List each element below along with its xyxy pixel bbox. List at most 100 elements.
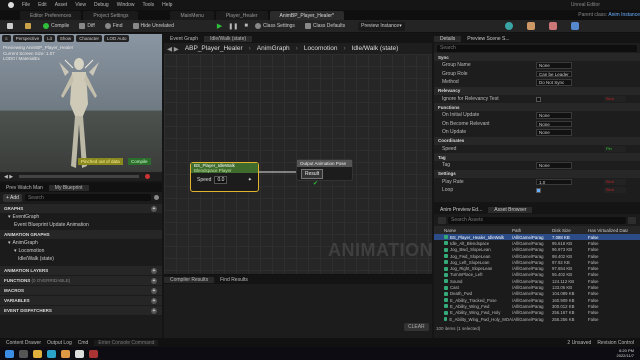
section-functions[interactable]: Functions bbox=[434, 103, 640, 111]
tab-idle-walk[interactable]: Idle/Walk (state) bbox=[204, 35, 253, 42]
tag-field[interactable]: None bbox=[536, 162, 572, 169]
tab-project-settings[interactable]: Project Settings bbox=[83, 11, 139, 20]
menu-window[interactable]: Window bbox=[117, 2, 135, 8]
asset-row[interactable]: Sound/All/Game/Parag 124.112 KB False bbox=[434, 278, 640, 284]
output-log-button[interactable]: Output Log bbox=[47, 340, 72, 346]
breadcrumb-item[interactable]: Locomotion bbox=[304, 45, 338, 52]
viewport-compile-button[interactable]: Compile bbox=[128, 158, 151, 165]
breadcrumb-item[interactable]: Idle/Walk (state) bbox=[352, 45, 399, 52]
output-pose-node[interactable]: Output Animation Pose Result bbox=[296, 159, 353, 181]
tab-find-results[interactable]: Find Results bbox=[214, 277, 254, 283]
app-icon[interactable] bbox=[89, 349, 98, 358]
pause-icon[interactable]: ❚❚ bbox=[228, 23, 238, 30]
search-input[interactable]: Search bbox=[24, 194, 151, 201]
tab-editor-preferences[interactable]: Editor Preferences bbox=[20, 11, 82, 20]
tab-event-graph[interactable]: Event Graph bbox=[164, 36, 204, 42]
tab-player-healer[interactable]: Player_Healer bbox=[215, 11, 268, 20]
section-macros[interactable]: MACROS + bbox=[0, 286, 162, 295]
cmd-dropdown[interactable]: Cmd bbox=[78, 340, 89, 346]
bind-dropdown[interactable]: Bind bbox=[604, 187, 626, 193]
graph-anim-graph[interactable]: ▾ AnimGraph bbox=[0, 239, 162, 247]
viewport-menu-button[interactable]: ≡ bbox=[2, 35, 11, 42]
breadcrumb-item[interactable]: ABP_Player_Healer bbox=[185, 45, 243, 52]
asset-row[interactable]: Jog_Fwd_SlopeLean/All/Game/Parag 98.402 K… bbox=[434, 253, 640, 259]
breadcrumb-item[interactable]: AnimGraph bbox=[257, 45, 290, 52]
col-path[interactable]: Path bbox=[512, 228, 552, 233]
perspective-button[interactable]: Perspective bbox=[12, 35, 43, 42]
settings-icon[interactable] bbox=[154, 195, 159, 200]
tab-anim-preview[interactable]: Anim Preview Ed... bbox=[434, 207, 488, 213]
class-settings-button[interactable]: Class Settings bbox=[252, 22, 298, 31]
tab-main-menu[interactable]: MainMenu bbox=[170, 11, 214, 20]
graph-idle-walk[interactable]: Idle/Walk (state) bbox=[0, 255, 162, 263]
asset-row[interactable]: BS_Player_Healer_IdleWalk/All/Game/Parag… bbox=[434, 234, 640, 241]
play-rate-field[interactable]: 1.0 bbox=[536, 178, 572, 185]
stop-icon[interactable]: ■ bbox=[244, 23, 248, 29]
group-role-dropdown[interactable]: Can be Leader bbox=[536, 70, 572, 77]
menu-help[interactable]: Help bbox=[162, 2, 172, 8]
initial-update-dropdown[interactable]: None bbox=[536, 112, 572, 119]
asset-row[interactable]: Cast/All/Game/Parag 133.06 KB False bbox=[434, 284, 640, 290]
unreal-icon[interactable] bbox=[75, 349, 84, 358]
asset-row[interactable]: Jog_Bwd_SlopeLean/All/Game/Parag 96.973 K… bbox=[434, 247, 640, 253]
menu-view[interactable]: View bbox=[75, 2, 86, 8]
preview-viewport[interactable]: ≡ Perspective Lit Show Character LOD Aut… bbox=[0, 34, 162, 172]
blueprint-mode-icon[interactable] bbox=[570, 22, 579, 30]
search-icon[interactable] bbox=[19, 349, 28, 358]
pin-dropdown[interactable]: Pin bbox=[604, 145, 626, 152]
asset-row[interactable]: Death_Fwd/All/Game/Parag 104.089 KB False bbox=[434, 291, 640, 297]
tab-compiler-results[interactable]: Compiler Results bbox=[164, 276, 215, 283]
become-relevant-dropdown[interactable]: None bbox=[536, 120, 572, 127]
menu-debug[interactable]: Debug bbox=[94, 2, 109, 8]
section-graphs[interactable]: GRAPHS + bbox=[0, 204, 162, 213]
save-button[interactable] bbox=[4, 22, 18, 31]
section-animation-graphs[interactable]: ANIMATION GRAPHS bbox=[0, 230, 162, 239]
timeline-scrubber[interactable] bbox=[19, 175, 140, 178]
section-tag[interactable]: Tag bbox=[434, 153, 640, 161]
add-layer-icon[interactable]: + bbox=[151, 267, 157, 274]
tab-preview-scene[interactable]: Preview Scene S... bbox=[461, 36, 515, 42]
menu-asset[interactable]: Asset bbox=[55, 2, 68, 8]
tab-animbp-player-healer[interactable]: AnimBP_Player_Healer* bbox=[269, 11, 344, 20]
record-icon[interactable] bbox=[145, 174, 151, 179]
add-function-icon[interactable]: + bbox=[151, 277, 157, 284]
add-dispatcher-icon[interactable]: + bbox=[151, 307, 157, 314]
pose-pin-icon[interactable]: ✦ bbox=[248, 177, 252, 183]
col-disk-size[interactable]: Disk Size bbox=[552, 228, 588, 233]
skeleton-mode-icon[interactable] bbox=[504, 22, 513, 30]
tab-details[interactable]: Details bbox=[434, 35, 462, 42]
asset-row[interactable]: E_Ability_Wing_Fwd_Holy/All/Game/Parag 25… bbox=[434, 310, 640, 316]
lod-button[interactable]: LOD Auto bbox=[103, 35, 130, 42]
settings-icon[interactable] bbox=[628, 216, 636, 224]
explorer-icon[interactable] bbox=[33, 349, 42, 358]
tab-pose-watch[interactable]: Prev Watch Man bbox=[0, 185, 49, 191]
add-graph-icon[interactable]: + bbox=[151, 205, 157, 212]
add-variable-icon[interactable]: + bbox=[151, 297, 157, 304]
asset-row[interactable]: Jog_Right_SlopeLean/All/Game/Parag 97.654… bbox=[434, 265, 640, 271]
details-search-input[interactable]: Search bbox=[437, 44, 637, 52]
section-relevancy[interactable]: Relevancy bbox=[434, 86, 640, 95]
section-coordinates[interactable]: Coordinates bbox=[434, 136, 640, 145]
tab-asset-browser[interactable]: Asset Browser bbox=[488, 206, 533, 213]
col-name[interactable]: Name bbox=[434, 228, 512, 233]
speed-pin-value[interactable]: 0.0 bbox=[214, 176, 228, 184]
on-update-dropdown[interactable]: None bbox=[536, 129, 572, 136]
group-name-field[interactable]: None bbox=[536, 62, 572, 69]
add-button[interactable]: + Add bbox=[3, 193, 22, 202]
section-variables[interactable]: VARIABLES + bbox=[0, 296, 162, 305]
section-sync[interactable]: Sync bbox=[434, 53, 640, 61]
hide-unrelated-button[interactable]: Hide Unrelated bbox=[130, 22, 177, 31]
asset-row[interactable]: E_Ability_Wing_Fwd/All/Game/Parag 300.012… bbox=[434, 303, 640, 309]
asset-search-input[interactable]: Search Assets bbox=[448, 216, 626, 224]
graph-locomotion[interactable]: ▾ Locomotion bbox=[0, 247, 162, 255]
add-macro-icon[interactable]: + bbox=[151, 287, 157, 294]
play-icon[interactable]: ▶ bbox=[217, 22, 222, 30]
asset-row[interactable]: E_Ability_Tracked_Pose/All/Game/Parag 160… bbox=[434, 297, 640, 303]
lit-button[interactable]: Lit bbox=[44, 35, 55, 42]
unreal-logo-icon[interactable] bbox=[8, 2, 14, 8]
unsaved-button[interactable]: 2 Unsaved bbox=[567, 340, 591, 346]
ignore-checkbox[interactable] bbox=[536, 96, 541, 102]
menu-file[interactable]: File bbox=[22, 2, 30, 8]
anim-mode-icon[interactable] bbox=[548, 22, 557, 30]
preview-instance-dropdown[interactable]: Preview Instance ▾ bbox=[358, 21, 405, 31]
